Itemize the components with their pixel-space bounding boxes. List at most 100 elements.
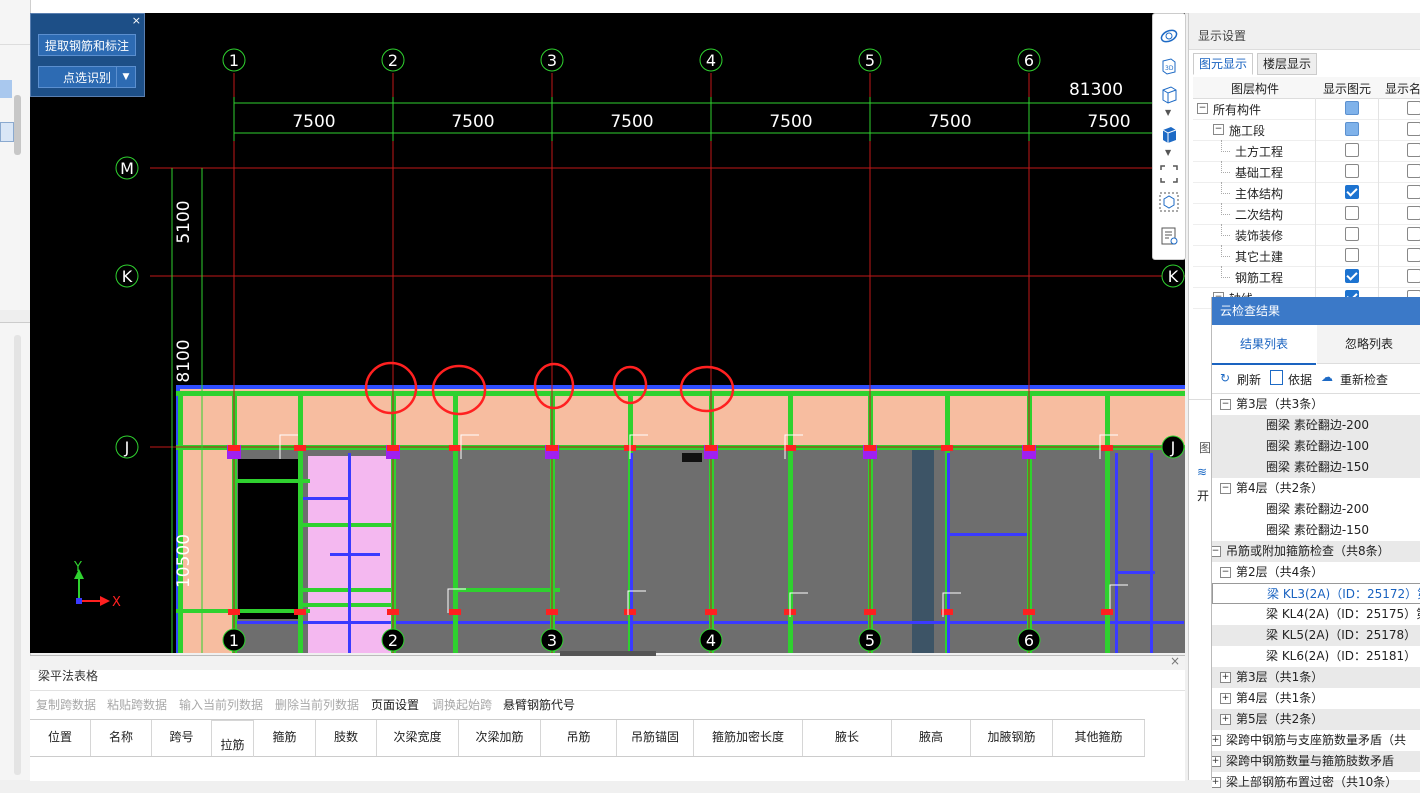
beam-blue[interactable]	[330, 553, 380, 556]
column-header[interactable]: 吊筋	[541, 720, 617, 756]
rebar-mark[interactable]	[705, 609, 717, 615]
cloud-recheck-icon[interactable]: ☁	[1321, 370, 1333, 384]
close-icon[interactable]: ×	[132, 14, 141, 27]
table-tool-button[interactable]: 删除当前列数据	[275, 696, 359, 713]
show-name-checkbox[interactable]	[1407, 164, 1420, 178]
result-group[interactable]: + 梁跨中钢筋与支座筋数量矛盾（共	[1212, 730, 1420, 751]
solid-box-icon[interactable]	[1159, 124, 1179, 144]
tab-ignore-list[interactable]: 忽略列表	[1317, 325, 1420, 364]
layer-row[interactable]: 主体结构	[1193, 182, 1420, 204]
list-icon[interactable]: ≋	[1197, 465, 1207, 479]
show-element-checkbox[interactable]	[1345, 227, 1359, 241]
rebar-mark[interactable]	[449, 609, 461, 615]
layer-row[interactable]: 其它土建	[1193, 245, 1420, 267]
result-item[interactable]: 梁 KL3(2A)（ID：25172）第	[1212, 583, 1420, 604]
show-name-checkbox[interactable]	[1407, 248, 1420, 262]
table-tool-button[interactable]: 输入当前列数据	[179, 696, 263, 713]
column-header[interactable]: 箍筋	[254, 720, 316, 756]
show-name-checkbox[interactable]	[1407, 143, 1420, 157]
beam-blue-vertical[interactable]	[348, 453, 351, 653]
show-name-checkbox[interactable]	[1407, 122, 1420, 136]
column-header[interactable]: 名称	[91, 720, 152, 756]
table-tool-button[interactable]: 复制跨数据	[36, 696, 96, 713]
column-header[interactable]: 拉筋	[212, 720, 254, 757]
display-settings-icon[interactable]	[1159, 226, 1179, 246]
beam-blue-vertical[interactable]	[1115, 453, 1118, 653]
rebar-mark[interactable]	[1101, 445, 1113, 451]
result-group[interactable]: + 第3层（共1条）	[1212, 667, 1420, 688]
show-element-checkbox[interactable]	[1345, 164, 1359, 178]
basis-icon[interactable]	[1270, 370, 1283, 385]
table-tool-button[interactable]: 调换起始跨	[432, 696, 492, 713]
show-name-checkbox[interactable]	[1407, 269, 1420, 283]
beam-green[interactable]	[176, 609, 234, 613]
left-panel-selected[interactable]	[0, 80, 12, 98]
beam-green[interactable]	[300, 523, 393, 527]
expand-icon[interactable]: +	[1220, 693, 1231, 704]
chevron-down-icon[interactable]: ▼	[1165, 108, 1171, 117]
refresh-icon[interactable]: ↻	[1220, 371, 1230, 385]
rebar-mark[interactable]	[294, 445, 306, 451]
rebar-mark[interactable]	[1023, 445, 1035, 451]
rebar-mark[interactable]	[387, 609, 399, 615]
tab-floor-display[interactable]: 楼层显示	[1257, 53, 1318, 75]
result-group[interactable]: + 梁上部钢筋布置过密（共10条）	[1212, 772, 1420, 793]
result-group[interactable]: + 第5层（共2条）	[1212, 709, 1420, 730]
show-element-checkbox[interactable]	[1345, 122, 1359, 136]
recheck-button[interactable]: 重新检查	[1340, 371, 1388, 388]
result-group[interactable]: − 第4层（共2条）	[1212, 478, 1420, 499]
rebar-mark[interactable]	[449, 445, 461, 451]
column-header[interactable]: 跨号	[152, 720, 212, 756]
pick-identify-button[interactable]: 点选识别 ▼	[38, 66, 136, 88]
layer-row[interactable]: 二次结构	[1193, 203, 1420, 225]
rebar-mark[interactable]	[864, 609, 876, 615]
collapse-icon[interactable]: −	[1212, 546, 1221, 557]
tab-element-display[interactable]: 图元显示	[1193, 53, 1254, 75]
beam-green[interactable]	[300, 588, 393, 592]
show-element-checkbox[interactable]	[1345, 101, 1359, 115]
result-item[interactable]: 圈梁 素砼翻边-150	[1212, 457, 1420, 478]
layer-row[interactable]: 土方工程	[1193, 140, 1420, 162]
refresh-button[interactable]: 刷新	[1237, 371, 1261, 388]
beam-blue[interactable]	[1115, 571, 1155, 574]
collapse-icon[interactable]: −	[1197, 103, 1208, 114]
rebar-mark[interactable]	[941, 445, 953, 451]
result-group[interactable]: + 第4层（共1条）	[1212, 688, 1420, 709]
beam-blue-vertical[interactable]	[630, 453, 633, 653]
rotate-view-icon[interactable]	[1159, 26, 1179, 46]
result-group[interactable]: − 吊筋或附加箍筋检查（共8条）	[1212, 541, 1420, 562]
drawing-canvas[interactable]: 1 1 2 2 3 3 4 4 5 5 6 6 M K J K J 81300 7500 7500 7500 7500 75…	[30, 13, 1185, 653]
beam-green-vertical[interactable]	[178, 393, 183, 653]
result-item[interactable]: 梁 KL5(2A)（ID：25178）	[1212, 625, 1420, 646]
rebar-mark[interactable]	[864, 445, 876, 451]
column-header[interactable]: 吊筋锚固	[617, 720, 694, 756]
result-item[interactable]: 圈梁 素砼翻边-200	[1212, 499, 1420, 520]
layer-row[interactable]: − 所有构件	[1193, 98, 1420, 120]
table-tool-button[interactable]: 粘贴跨数据	[107, 696, 167, 713]
column-header[interactable]: 其他箍筋	[1053, 720, 1145, 756]
result-item[interactable]: 梁 KL6(2A)（ID：25181）	[1212, 646, 1420, 667]
left-scrollbar[interactable]	[14, 95, 21, 155]
box-view-icon[interactable]	[1159, 84, 1179, 104]
chevron-down-icon[interactable]: ▼	[1165, 148, 1171, 157]
expand-icon[interactable]: +	[1212, 735, 1221, 746]
rebar-mark[interactable]	[546, 445, 558, 451]
left-scrollbar-lower[interactable]	[14, 335, 21, 775]
column-header[interactable]: 肢数	[316, 720, 377, 756]
beam-blue-vertical[interactable]	[947, 453, 950, 653]
tab-result-list[interactable]: 结果列表	[1212, 325, 1316, 365]
rebar-mark[interactable]	[1023, 609, 1035, 615]
expand-icon[interactable]: +	[1212, 756, 1221, 767]
rebar-mark[interactable]	[784, 445, 796, 451]
rebar-mark[interactable]	[624, 609, 636, 615]
beam-blue[interactable]	[300, 497, 350, 500]
select-frame-icon[interactable]	[1159, 164, 1179, 184]
result-item[interactable]: 圈梁 素砼翻边-200	[1212, 415, 1420, 436]
show-element-checkbox[interactable]	[1345, 185, 1359, 199]
collapse-icon[interactable]: −	[1213, 124, 1224, 135]
result-group[interactable]: + 梁跨中钢筋数量与箍筋肢数矛盾	[1212, 751, 1420, 772]
column-header[interactable]: 次梁宽度	[377, 720, 459, 756]
expand-icon[interactable]: +	[1212, 777, 1221, 788]
show-element-checkbox[interactable]	[1345, 269, 1359, 283]
show-element-checkbox[interactable]	[1345, 206, 1359, 220]
